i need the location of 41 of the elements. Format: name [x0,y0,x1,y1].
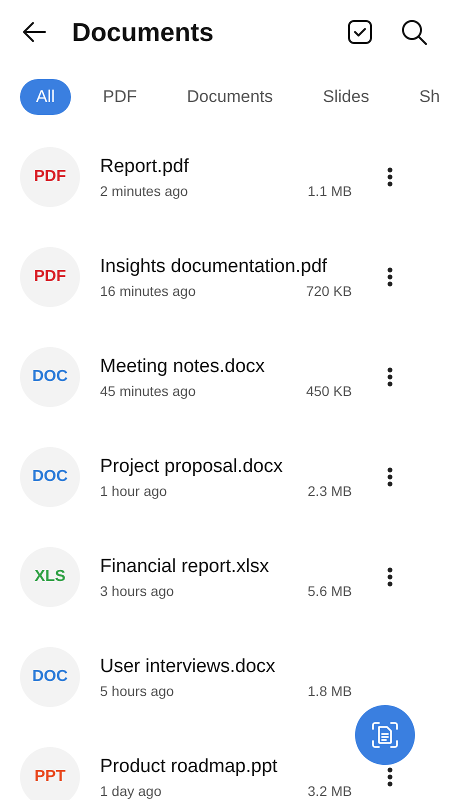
modified-time: 3 hours ago [100,582,174,598]
file-name: Project proposal.docx [100,456,284,478]
document-scan-icon [370,720,400,750]
file-size: 720 KB [306,282,352,298]
modified-time: 1 day ago [100,782,162,798]
file-size: 2.3 MB [308,482,352,498]
file-type-icon: DOC [20,647,80,707]
file-type-icon: DOC [20,447,80,507]
file-size: 1.1 MB [308,182,352,198]
file-size: 5.6 MB [308,582,352,598]
file-name: Product roadmap.ppt [100,756,278,778]
filter-tab[interactable]: Slides [304,79,388,115]
modified-time: 45 minutes ago [100,382,196,398]
file-name: Financial report.xlsx [100,556,270,578]
more-options-button[interactable] [385,565,395,589]
page-title: Documents [72,16,215,48]
file-type-icon: XLS [20,547,80,607]
file-name: User interviews.docx [100,656,276,678]
file-name: Insights documentation.pdf [100,256,328,278]
filter-tab[interactable]: PDF [84,79,155,115]
more-options-button[interactable] [385,365,395,389]
file-size: 450 KB [306,382,352,398]
file-type-icon: PDF [20,247,80,307]
file-size: 1.8 MB [308,682,352,698]
filter-tab[interactable]: Documents [168,79,291,115]
more-options-button[interactable] [385,465,395,489]
modified-time: 5 hours ago [100,682,174,698]
modified-time: 2 minutes ago [100,182,188,198]
modified-time: 16 minutes ago [100,282,196,298]
file-name: Meeting notes.docx [100,356,266,378]
file-size: 3.2 MB [308,782,352,798]
more-options-button[interactable] [385,165,395,189]
filter-tab[interactable]: Sh [401,79,450,115]
more-options-button[interactable] [385,765,395,789]
filter-tab[interactable]: All [20,79,71,115]
file-type-icon: PDF [20,147,80,207]
file-type-icon: PPT [20,747,80,800]
more-options-button[interactable] [385,265,395,289]
modified-time: 1 hour ago [100,482,167,498]
file-name: Report.pdf [100,156,190,178]
file-type-icon: DOC [20,347,80,407]
